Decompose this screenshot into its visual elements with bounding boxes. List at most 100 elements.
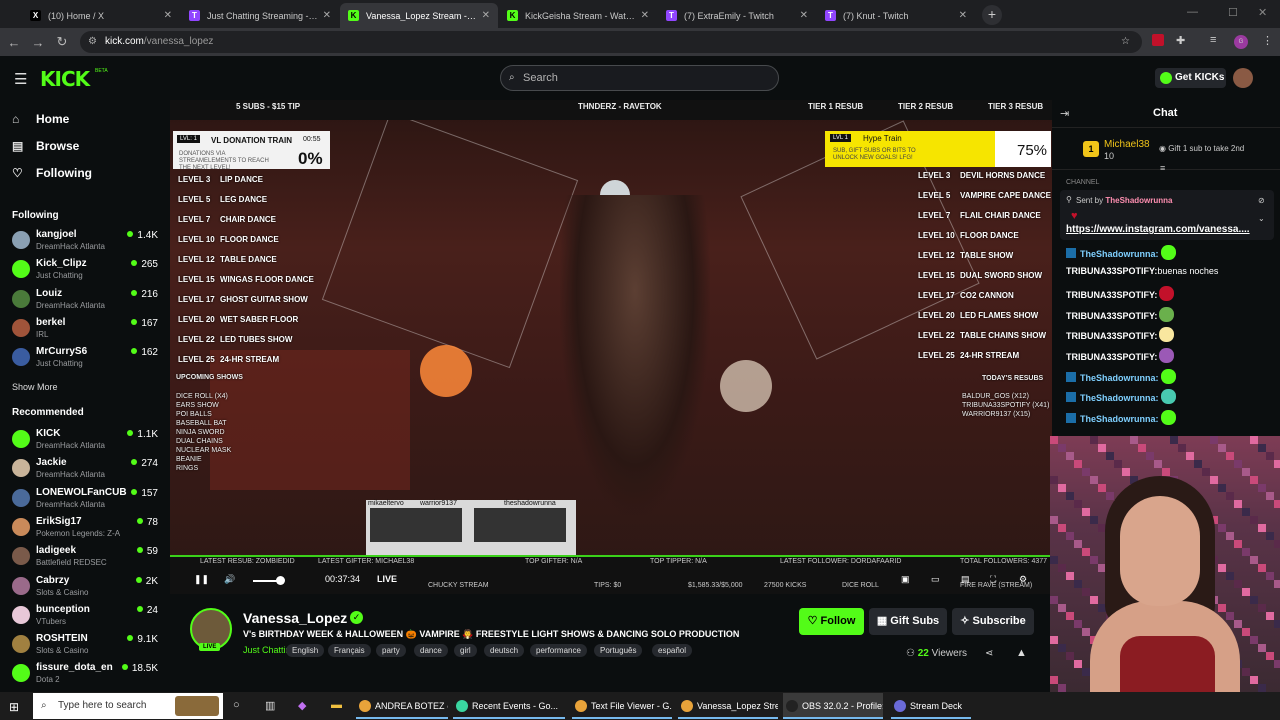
taskbar-app[interactable]: Vanessa_Lopez Stre... xyxy=(678,693,778,719)
pip-icon[interactable]: ▤ xyxy=(961,574,970,585)
bookmark-star-icon[interactable]: ☆ xyxy=(1121,31,1130,53)
sidebar-item-following[interactable]: ♡ Following xyxy=(12,166,92,180)
sidebar-channel[interactable]: ladigeek Battlefield REDSEC 59 xyxy=(12,543,162,573)
chat-username[interactable]: TRIBUNA33SPOTIFY: xyxy=(1066,266,1157,276)
stream-tag[interactable]: deutsch xyxy=(484,644,525,657)
gift-subs-button[interactable]: ▦ Gift Subs xyxy=(869,608,947,635)
sidebar-channel[interactable]: LONEWOLFanCUB DreamHack Atlanta 157 xyxy=(12,485,162,515)
pause-icon[interactable]: ❚❚ xyxy=(194,574,209,585)
media-control-icon[interactable]: ≡ xyxy=(1210,34,1216,46)
show-more-link[interactable]: Show More xyxy=(12,382,58,392)
chevron-down-icon[interactable]: ⌄ xyxy=(1258,214,1265,223)
sidebar-channel[interactable]: kangjoel DreamHack Atlanta 1.4K xyxy=(12,227,162,257)
task-view-icon[interactable]: ▥ xyxy=(265,699,275,712)
tab-close-icon[interactable]: ✕ xyxy=(323,10,331,21)
chat-username[interactable]: TheShadowrunna: xyxy=(1080,373,1159,383)
sidebar-channel[interactable]: KICK DreamHack Atlanta 1.1K xyxy=(12,426,162,456)
channel-name[interactable]: Vanessa_Lopez xyxy=(243,610,347,626)
stream-tag[interactable]: español xyxy=(652,644,693,657)
browser-menu-icon[interactable]: ⋮ xyxy=(1262,34,1273,47)
unpin-icon[interactable]: ⊘ xyxy=(1258,196,1265,205)
windows-start-icon[interactable]: ⊞ xyxy=(9,700,19,714)
browser-tab[interactable]: K Vanessa_Lopez Stream - Wa ✕ xyxy=(340,3,498,28)
volume-icon[interactable]: 🔊 xyxy=(224,574,235,585)
browser-tab[interactable]: K KickGeisha Stream - Watch Live ✕ xyxy=(499,3,657,28)
chat-username[interactable]: TheShadowrunna: xyxy=(1080,393,1159,403)
sidebar-channel[interactable]: MrCurryS6 Just Chatting 162 xyxy=(12,344,162,374)
profile-icon[interactable]: G xyxy=(1234,35,1248,49)
url-field[interactable]: ⚙ kick.com/vanessa_lopez ☆ xyxy=(80,31,1142,53)
browser-tab[interactable]: X (10) Home / X ✕ xyxy=(22,3,180,28)
tab-close-icon[interactable]: ✕ xyxy=(959,10,967,21)
follow-button[interactable]: ♡ Follow xyxy=(799,608,864,635)
site-info-icon[interactable]: ⚙ xyxy=(88,31,97,53)
browser-tab[interactable]: T (7) Knut - Twitch ✕ xyxy=(817,3,975,28)
reload-icon[interactable]: ↻ xyxy=(50,34,74,50)
video-player[interactable]: 5 SUBS - $15 TIP THNDERZ - RAVETOK TIER … xyxy=(170,100,1052,594)
new-tab-button[interactable]: + xyxy=(982,5,1002,25)
minimize-icon[interactable]: — xyxy=(1187,6,1198,18)
get-kicks-button[interactable]: Get KICKs xyxy=(1155,68,1226,88)
tab-close-icon[interactable]: ✕ xyxy=(641,10,649,21)
browser-tab[interactable]: T (7) ExtraEmily - Twitch ✕ xyxy=(658,3,816,28)
hamburger-menu-icon[interactable]: ☰ xyxy=(14,70,27,88)
taskbar-search[interactable]: ⌕ Type here to search xyxy=(33,693,223,719)
cortana-icon[interactable]: ○ xyxy=(233,699,240,711)
taskbar-app[interactable]: Text File Viewer - G... xyxy=(572,693,672,719)
theater-mode-icon[interactable]: ▭ xyxy=(931,574,940,585)
search-input[interactable]: ⌕ Search xyxy=(500,65,779,91)
tab-close-icon[interactable]: ✕ xyxy=(800,10,808,21)
stream-tag[interactable]: party xyxy=(376,644,406,657)
stream-tag[interactable]: performance xyxy=(530,644,587,657)
sidebar-channel[interactable]: ROSHTEIN Slots & Casino 9.1K xyxy=(12,631,162,661)
stream-tag[interactable]: Français xyxy=(328,644,371,657)
collapse-chat-icon[interactable]: ⇥ xyxy=(1060,107,1069,120)
back-icon[interactable]: ← xyxy=(2,35,26,50)
pinned-link[interactable]: https://www.instagram.com/vanessa.... xyxy=(1066,224,1250,235)
copilot-icon[interactable]: ◆ xyxy=(298,699,306,712)
sidebar-channel[interactable]: Jackie DreamHack Atlanta 274 xyxy=(12,455,162,485)
sidebar-channel[interactable]: Cabrzy Slots & Casino 2K xyxy=(12,573,162,603)
tab-close-icon[interactable]: ✕ xyxy=(482,10,490,21)
extensions-puzzle-icon[interactable]: ✚ xyxy=(1176,34,1185,47)
taskbar-app[interactable]: ANDREA BOTEZ @ ... xyxy=(356,693,448,719)
browser-tab[interactable]: T Just Chatting Streaming - Live ✕ xyxy=(181,3,339,28)
share-icon[interactable]: ⋖ xyxy=(985,648,993,659)
sidebar-item-home[interactable]: ⌂ Home xyxy=(12,112,69,126)
gifter-name[interactable]: Michael38 xyxy=(1104,139,1150,150)
fullscreen-icon[interactable]: ⛶ xyxy=(990,574,996,585)
taskbar-app[interactable]: Recent Events - Go... xyxy=(453,693,565,719)
maximize-icon[interactable]: ☐ xyxy=(1228,6,1238,19)
stream-tag[interactable]: girl xyxy=(454,644,477,657)
volume-slider-handle[interactable] xyxy=(276,576,285,585)
stream-tag[interactable]: Português xyxy=(594,644,643,657)
taskbar-app[interactable]: OBS 32.0.2 - Profile:... xyxy=(783,693,883,719)
extension-icon[interactable] xyxy=(1152,34,1164,46)
settings-gear-icon[interactable]: ⚙ xyxy=(1019,574,1027,585)
expand-icon[interactable]: ≡ xyxy=(1160,163,1165,173)
chat-username[interactable]: TheShadowrunna: xyxy=(1080,249,1159,259)
sidebar-channel[interactable]: fissure_dota_en Dota 2 18.5K xyxy=(12,660,162,690)
chat-username[interactable]: TRIBUNA33SPOTIFY: xyxy=(1066,290,1157,300)
chat-username[interactable]: TRIBUNA33SPOTIFY: xyxy=(1066,331,1157,341)
file-explorer-icon[interactable]: ▬ xyxy=(331,699,342,711)
close-window-icon[interactable]: ✕ xyxy=(1258,6,1267,19)
sidebar-channel[interactable]: bunception VTubers 24 xyxy=(12,602,162,632)
chat-username[interactable]: TRIBUNA33SPOTIFY: xyxy=(1066,352,1157,362)
taskbar-app[interactable]: Stream Deck xyxy=(891,693,971,719)
sidebar-channel[interactable]: berkel IRL 167 xyxy=(12,315,162,345)
sidebar-item-browse[interactable]: ▤ Browse xyxy=(12,139,79,153)
user-avatar[interactable] xyxy=(1233,68,1253,88)
chat-username[interactable]: TRIBUNA33SPOTIFY: xyxy=(1066,311,1157,321)
pinned-sender-name[interactable]: TheShadowrunna xyxy=(1105,196,1172,205)
sidebar-channel[interactable]: ErikSig17 Pokemon Legends: Z-A 78 xyxy=(12,514,162,544)
subscribe-button[interactable]: ✧ Subscribe xyxy=(952,608,1034,635)
forward-icon[interactable]: → xyxy=(26,35,50,50)
sidebar-channel[interactable]: Louiz DreamHack Atlanta 216 xyxy=(12,286,162,316)
tab-close-icon[interactable]: ✕ xyxy=(164,10,172,21)
sidebar-channel[interactable]: Kick_Clipz Just Chatting 265 xyxy=(12,256,162,286)
stream-tag[interactable]: dance xyxy=(414,644,448,657)
kick-logo[interactable]: KICK xyxy=(40,67,90,91)
report-icon[interactable]: ▲ xyxy=(1016,647,1027,659)
chat-username[interactable]: TheShadowrunna: xyxy=(1080,414,1159,424)
